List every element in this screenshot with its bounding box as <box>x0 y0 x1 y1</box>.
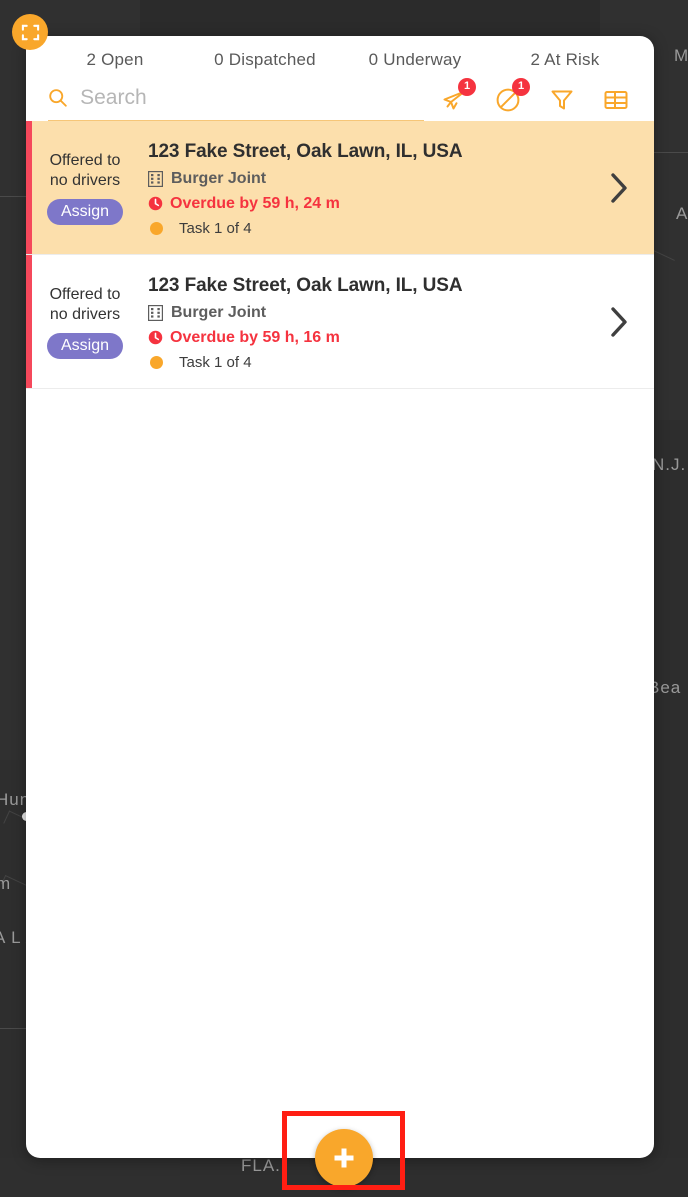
table-view-icon <box>604 90 628 109</box>
task-organization: Burger Joint <box>148 304 574 322</box>
task-open-chevron[interactable] <box>584 255 654 388</box>
offered-status-line1: Offered to <box>49 151 121 169</box>
table-view-button[interactable] <box>600 84 632 116</box>
map-label: N.J. <box>652 455 687 474</box>
send-plane-badge: 1 <box>458 77 476 96</box>
offered-status-label: Offered to no drivers <box>50 151 121 191</box>
search-input[interactable] <box>80 86 424 110</box>
unassigned-badge: 1 <box>512 77 530 96</box>
status-summary-bar: 2 Open 0 Dispatched 0 Underway 2 At Risk <box>26 36 654 74</box>
task-status-stripe <box>26 255 32 388</box>
map-label: m <box>0 874 12 893</box>
offered-status-line2: no drivers <box>49 171 121 189</box>
expand-map-button[interactable] <box>12 14 48 50</box>
task-progress-dot <box>150 355 163 369</box>
task-organization: Burger Joint <box>148 170 574 188</box>
filter-funnel-icon <box>551 90 573 109</box>
task-progress: Task 1 of 4 <box>148 354 574 371</box>
map-label: M <box>674 46 688 65</box>
task-open-chevron[interactable] <box>584 121 654 254</box>
task-overdue: Overdue by 59 h, 24 m <box>148 195 574 213</box>
clock-icon <box>148 330 163 345</box>
task-progress-label: Task 1 of 4 <box>179 219 252 237</box>
task-row[interactable]: Offered to no drivers Assign 123 Fake St… <box>26 255 654 389</box>
task-overdue-label: Overdue by 59 h, 24 m <box>170 194 340 212</box>
task-address: 123 Fake Street, Oak Lawn, IL, USA <box>148 140 463 162</box>
task-overdue-label: Overdue by 59 h, 16 m <box>170 328 340 346</box>
stat-at-risk[interactable]: 2 At Risk <box>490 50 640 70</box>
stat-underway[interactable]: 0 Underway <box>340 50 490 70</box>
map-label: FLA. <box>241 1156 281 1175</box>
search-row: 1 1 <box>26 74 654 121</box>
chevron-right-icon <box>611 306 627 337</box>
task-offer-column: Offered to no drivers Assign <box>26 121 134 254</box>
task-progress-label: Task 1 of 4 <box>179 353 252 371</box>
task-panel: 2 Open 0 Dispatched 0 Underway 2 At Risk <box>26 36 654 1158</box>
clock-icon <box>148 196 163 211</box>
filter-button[interactable] <box>546 84 578 116</box>
task-progress-dot <box>150 221 163 235</box>
task-organization-label: Burger Joint <box>171 303 267 321</box>
assign-button[interactable]: Assign <box>46 198 124 225</box>
task-list[interactable]: Offered to no drivers Assign 123 Fake St… <box>26 121 654 1158</box>
map-label: A <box>676 204 688 223</box>
building-icon <box>148 304 163 321</box>
offered-status-line2: no drivers <box>49 305 121 323</box>
task-details: 123 Fake Street, Oak Lawn, IL, USA Burge… <box>134 255 584 388</box>
task-row[interactable]: Offered to no drivers Assign 123 Fake St… <box>26 121 654 255</box>
task-status-stripe <box>26 121 32 254</box>
task-organization-label: Burger Joint <box>171 169 267 187</box>
expand-icon <box>21 24 39 40</box>
stat-dispatched[interactable]: 0 Dispatched <box>190 50 340 70</box>
task-address: 123 Fake Street, Oak Lawn, IL, USA <box>148 274 463 296</box>
task-details: 123 Fake Street, Oak Lawn, IL, USA Burge… <box>134 121 584 254</box>
search-field[interactable] <box>48 82 424 121</box>
task-overdue: Overdue by 59 h, 16 m <box>148 329 574 347</box>
toolbar-icons: 1 1 <box>438 77 632 120</box>
unassigned-button[interactable]: 1 <box>492 77 530 116</box>
offered-status-label: Offered to no drivers <box>50 285 121 325</box>
offered-status-line1: Offered to <box>49 285 121 303</box>
plus-icon <box>334 1148 354 1168</box>
task-progress: Task 1 of 4 <box>148 220 574 237</box>
add-task-button[interactable] <box>315 1129 373 1187</box>
send-plane-button[interactable]: 1 <box>438 77 476 116</box>
assign-button[interactable]: Assign <box>46 332 124 359</box>
stat-open[interactable]: 2 Open <box>40 50 190 70</box>
building-icon <box>148 170 163 187</box>
search-icon <box>49 89 67 107</box>
task-offer-column: Offered to no drivers Assign <box>26 255 134 388</box>
chevron-right-icon <box>611 172 627 203</box>
